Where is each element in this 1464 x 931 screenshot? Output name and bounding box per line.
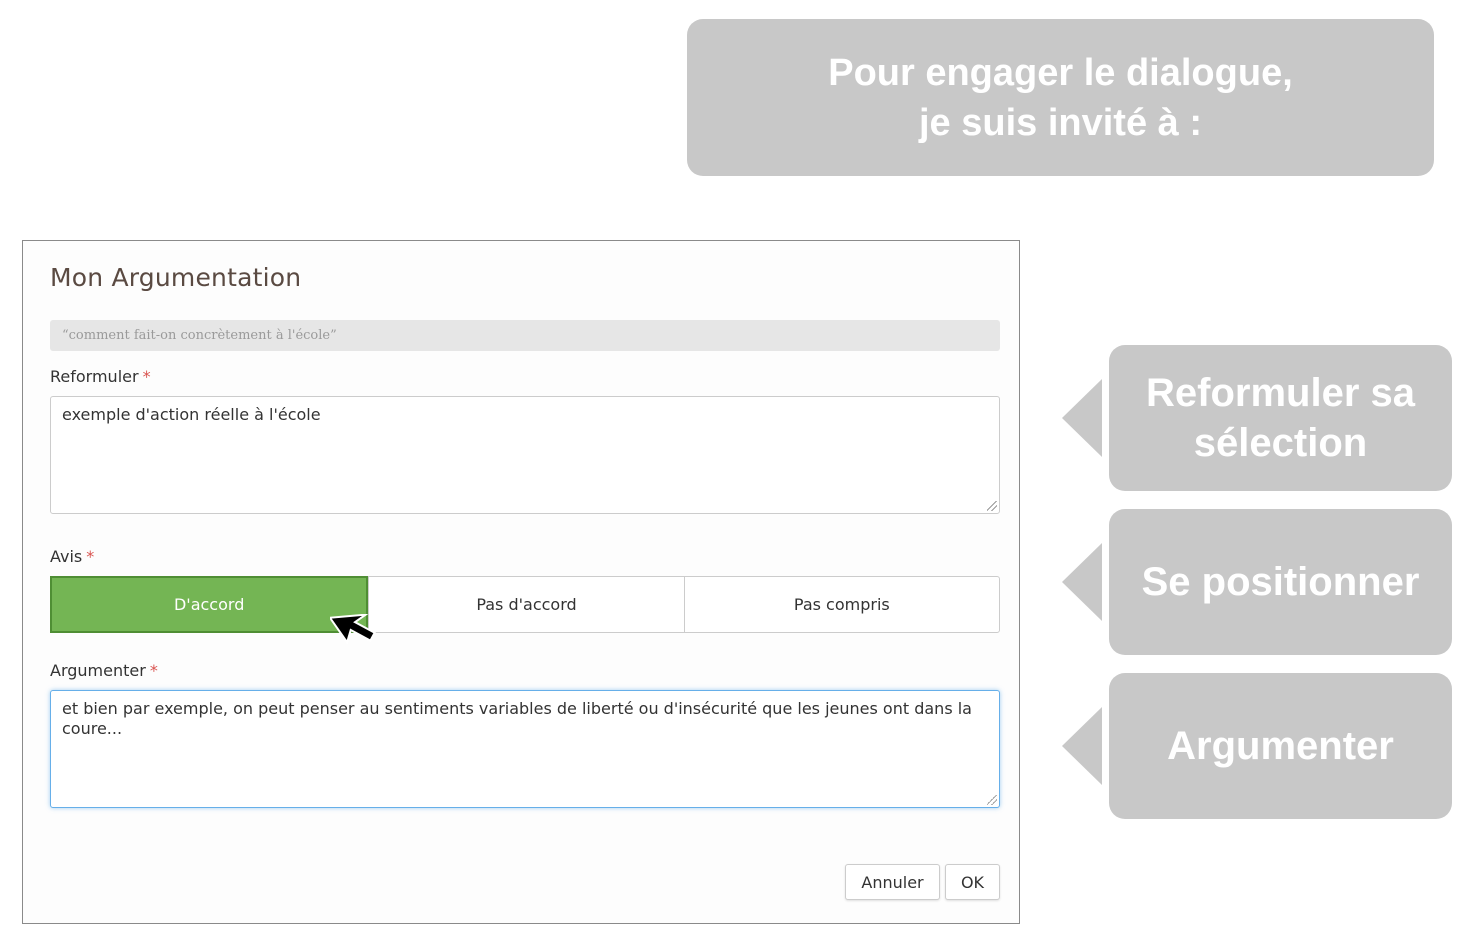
avis-label: Avis *: [50, 547, 94, 566]
avis-button-group: D'accord Pas d'accord Pas compris: [50, 576, 1000, 633]
avis-option-pas-daccord[interactable]: Pas d'accord: [368, 577, 683, 632]
required-mark: *: [142, 367, 151, 386]
cancel-button[interactable]: Annuler: [845, 864, 940, 900]
callout-argumenter: Argumenter: [1109, 673, 1452, 819]
callout-arrow-argumenter: [1062, 707, 1102, 785]
argumentation-dialog: Mon Argumentation “comment fait-on concr…: [22, 240, 1020, 924]
callout-arrow-positionner: [1062, 543, 1102, 621]
callout-arrow-reformuler: [1062, 379, 1102, 457]
resize-grip-icon[interactable]: [987, 501, 997, 511]
reformuler-value: exemple d'action réelle à l'école: [62, 405, 321, 424]
intro-callout-line1: Pour engager le dialogue,: [828, 51, 1293, 94]
callout-argumenter-text: Argumenter: [1167, 724, 1394, 768]
callout-reformuler-text: Reformuler sa sélection: [1146, 371, 1415, 465]
mouse-pointer-icon: [330, 614, 377, 645]
callout-positionner-text: Se positionner: [1141, 560, 1420, 604]
selected-quote: “comment fait-on concrètement à l'école”: [50, 320, 1000, 351]
ok-button[interactable]: OK: [945, 864, 1000, 900]
argumenter-value: et bien par exemple, on peut penser au s…: [62, 699, 972, 738]
reformuler-textarea[interactable]: exemple d'action réelle à l'école: [50, 396, 1000, 514]
argumenter-label-text: Argumenter: [50, 661, 146, 680]
required-mark: *: [149, 661, 158, 680]
stage: Pour engager le dialogue, je suis invité…: [0, 0, 1464, 931]
callout-reformuler: Reformuler sa sélection: [1109, 345, 1452, 491]
argumenter-label: Argumenter *: [50, 661, 158, 680]
intro-callout: Pour engager le dialogue, je suis invité…: [687, 19, 1434, 176]
avis-option-pas-compris[interactable]: Pas compris: [683, 577, 999, 632]
required-mark: *: [86, 547, 95, 566]
avis-label-text: Avis: [50, 547, 83, 566]
callout-positionner: Se positionner: [1109, 509, 1452, 655]
avis-option-daccord[interactable]: D'accord: [50, 576, 369, 633]
dialog-title: Mon Argumentation: [50, 263, 302, 292]
resize-grip-icon[interactable]: [987, 795, 997, 805]
intro-callout-line2: je suis invité à :: [919, 101, 1202, 144]
reformuler-label-text: Reformuler: [50, 367, 139, 386]
argumenter-textarea[interactable]: et bien par exemple, on peut penser au s…: [50, 690, 1000, 808]
reformuler-label: Reformuler *: [50, 367, 151, 386]
